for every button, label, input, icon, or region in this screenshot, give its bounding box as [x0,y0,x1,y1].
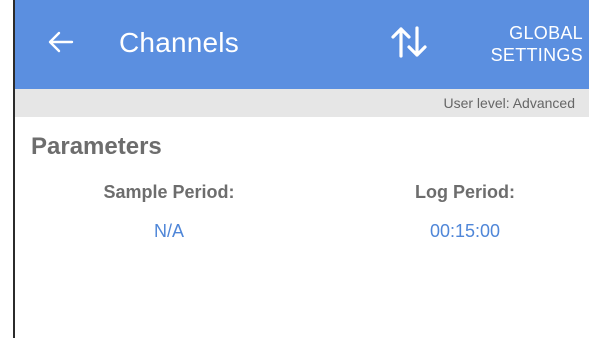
global-settings-label-line1: GLOBAL [509,23,583,43]
user-level-bar: User level: Advanced [15,89,589,117]
sample-period-value[interactable]: N/A [69,221,269,242]
log-period-label: Log Period: [415,182,515,202]
global-settings-button[interactable]: GLOBAL SETTINGS [469,22,583,70]
app-frame: Channels GLOBAL SETTINGS User level: Adv… [13,0,589,338]
arrow-left-icon [48,31,74,58]
app-bar: Channels GLOBAL SETTINGS [15,0,589,89]
global-settings-label-line2: SETTINGS [490,45,583,65]
parameters-heading: Parameters [31,133,162,160]
back-button[interactable] [41,24,81,64]
user-level-text: User level: Advanced [443,95,575,111]
sort-button[interactable] [387,23,431,65]
sample-period-label: Sample Period: [103,182,235,202]
sort-up-down-icon [389,25,429,64]
page-title: Channels [119,27,239,58]
log-period-value[interactable]: 00:15:00 [365,221,565,242]
